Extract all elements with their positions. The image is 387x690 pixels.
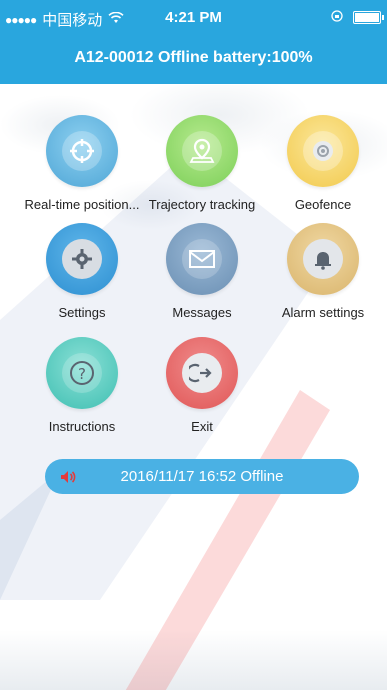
battery-icon [353, 11, 384, 24]
question-icon: ? [62, 353, 102, 393]
instructions-button[interactable]: ? Instructions [17, 337, 147, 434]
envelope-icon [182, 239, 222, 279]
exit-button[interactable]: Exit [137, 337, 267, 434]
trajectory-tracking-button[interactable]: Trajectory tracking [137, 115, 267, 212]
speaker-icon [59, 468, 77, 491]
bell-icon [303, 239, 343, 279]
alarm-settings-button[interactable]: Alarm settings [258, 223, 387, 320]
background-grid [0, 630, 387, 690]
geofence-button[interactable]: Geofence [258, 115, 387, 212]
settings-button[interactable]: Settings [17, 223, 147, 320]
status-message-bar[interactable]: 2016/11/17 16:52 Offline [45, 459, 359, 494]
map-pin-icon [182, 131, 222, 171]
header-title: A12-00012 Offline battery:100% [0, 36, 387, 84]
status-message-text: 2016/11/17 16:52 Offline [120, 468, 284, 485]
settings-label: Settings [58, 305, 106, 320]
gear-icon [62, 239, 102, 279]
messages-button[interactable]: Messages [137, 223, 267, 320]
exit-icon [182, 353, 222, 393]
rotation-lock-icon [331, 9, 343, 26]
exit-label: Exit [191, 419, 213, 434]
status-bar: ●●●●● 中国移动 4:21 PM [0, 0, 387, 36]
alarm-settings-label: Alarm settings [281, 305, 365, 320]
svg-text:?: ? [78, 365, 86, 383]
messages-label: Messages [172, 305, 232, 320]
realtime-position-button[interactable]: Real-time position... [17, 115, 147, 212]
clock: 4:21 PM [165, 9, 222, 26]
crosshair-icon [62, 131, 102, 171]
instructions-label: Instructions [48, 419, 116, 434]
realtime-position-label: Real-time position... [24, 197, 140, 212]
geofence-label: Geofence [294, 197, 352, 212]
geofence-icon [303, 131, 343, 171]
trajectory-tracking-label: Trajectory tracking [148, 197, 256, 212]
